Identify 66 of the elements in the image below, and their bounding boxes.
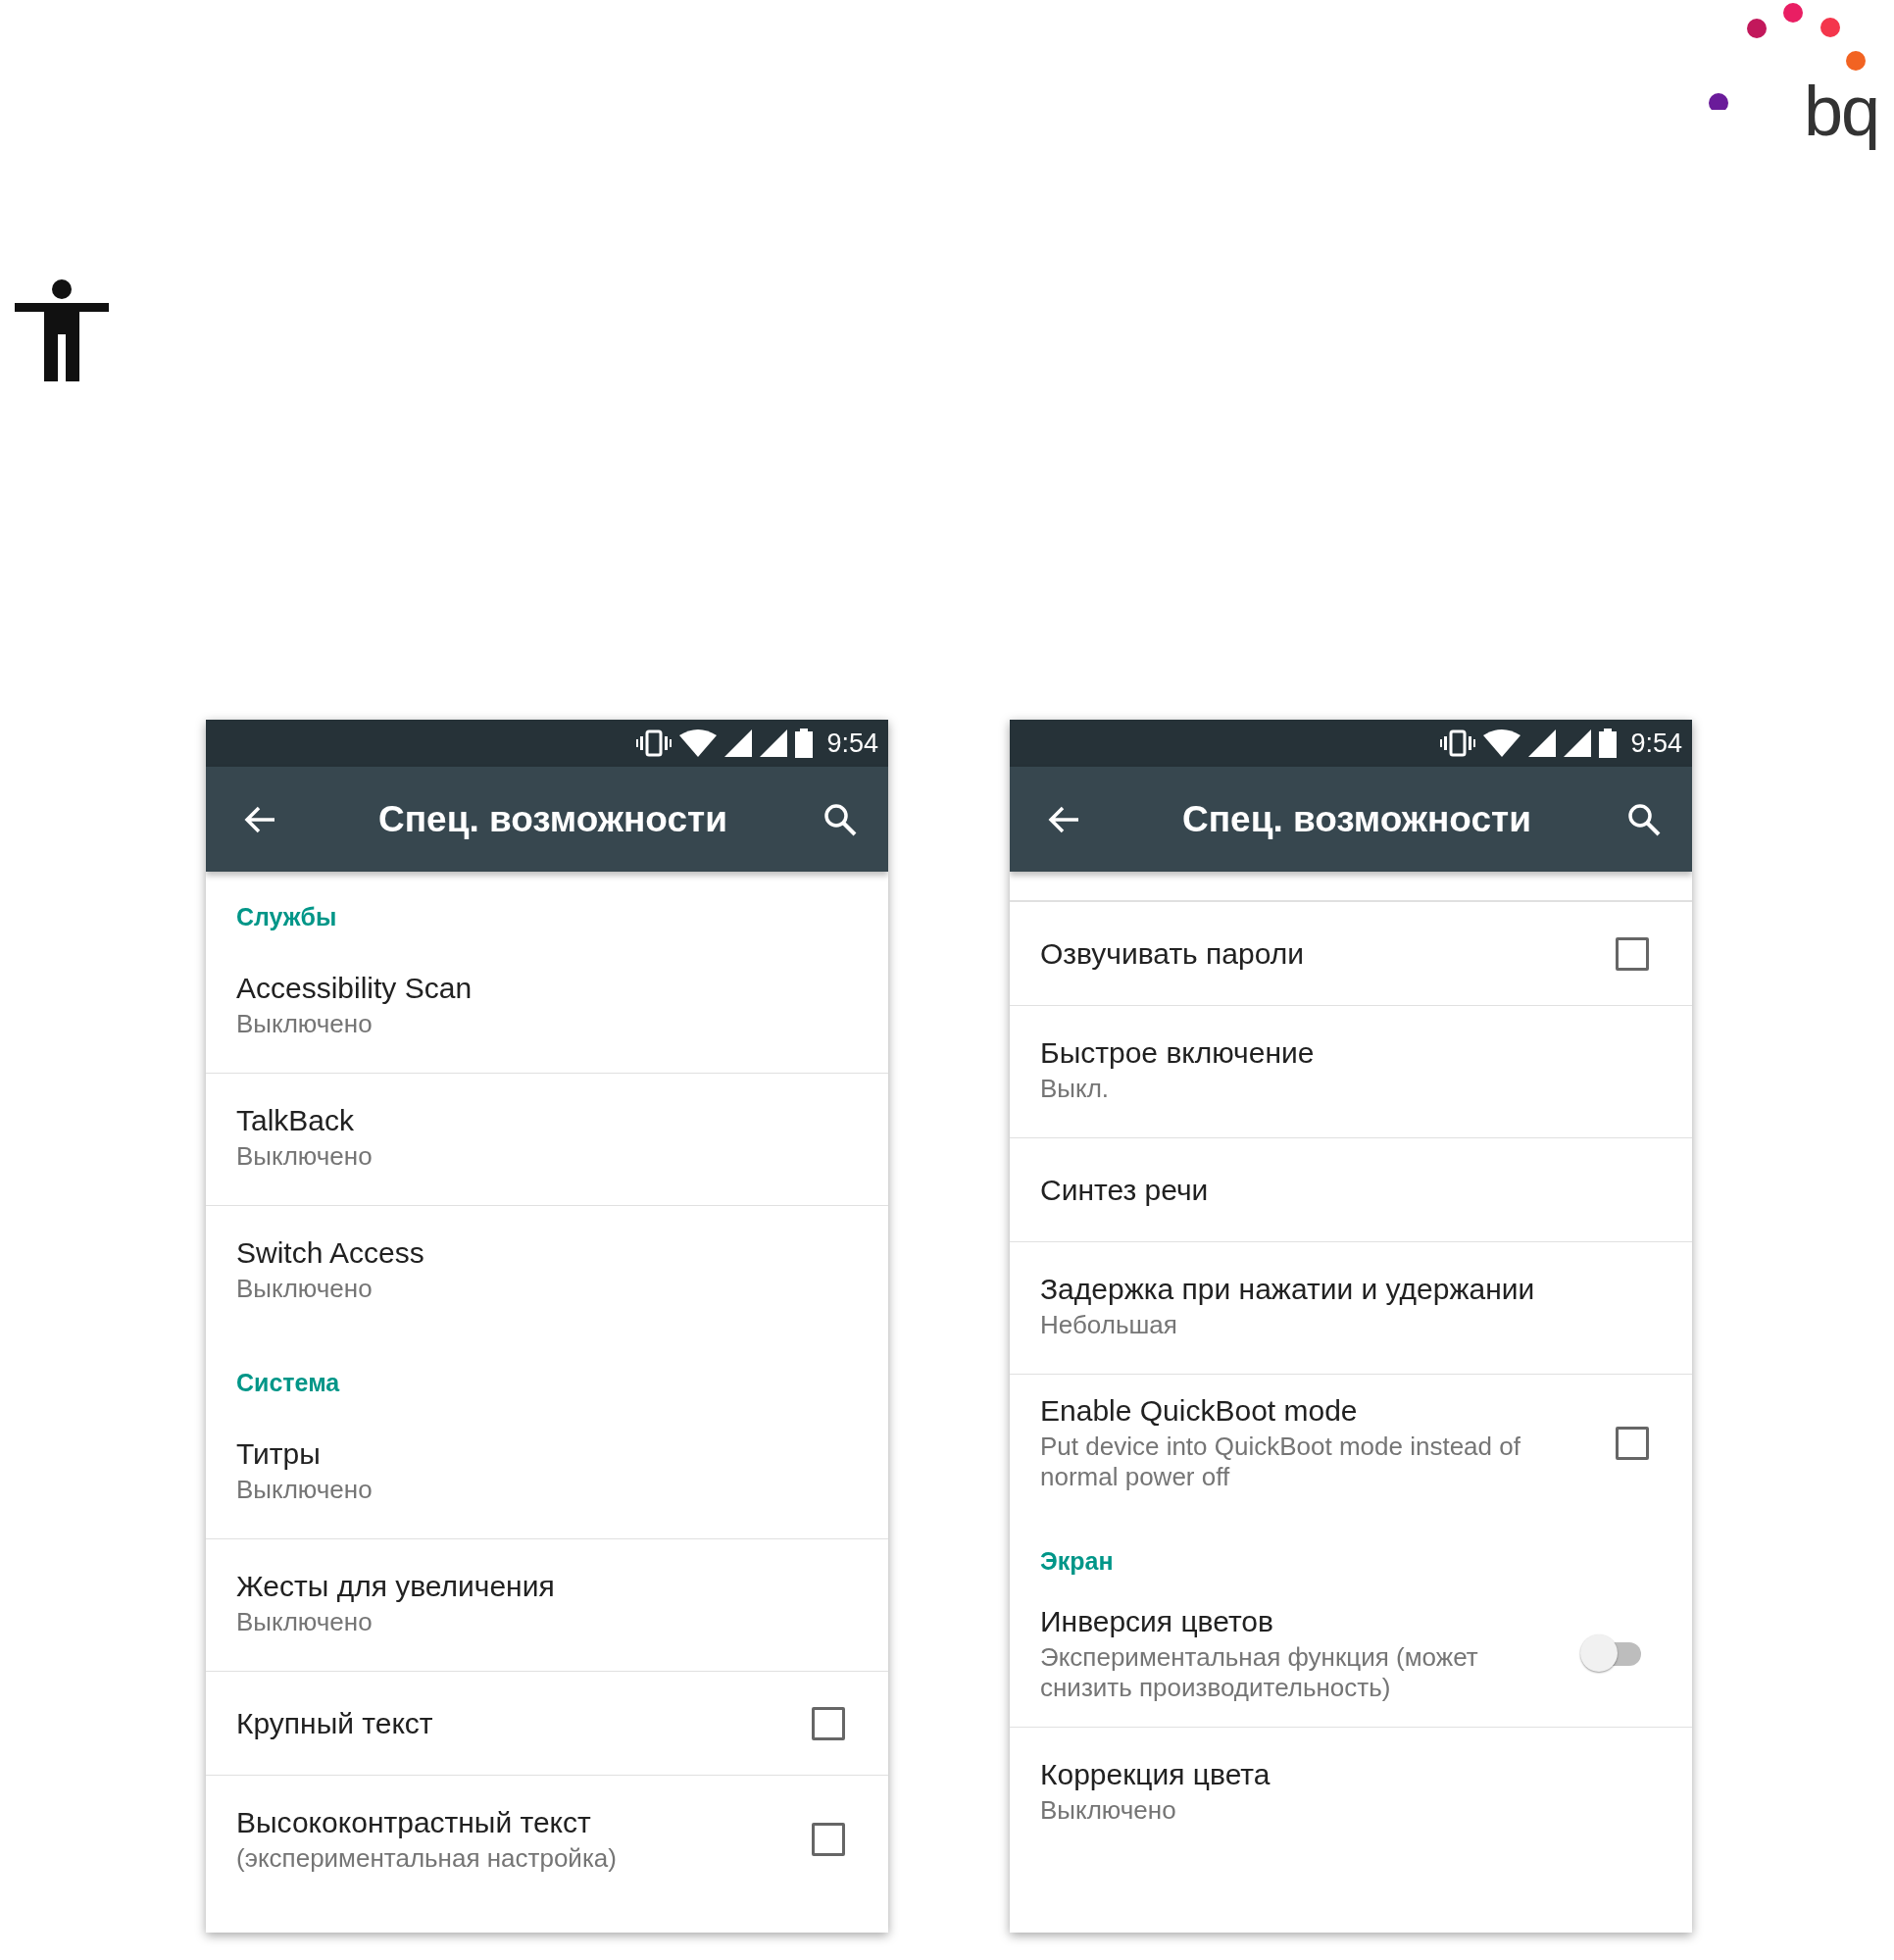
settings-item[interactable]: Задержка при нажатии и удержании Небольшая (1010, 1241, 1692, 1374)
item-title: Enable QuickBoot mode (1040, 1394, 1359, 1428)
settings-item[interactable]: Инверсия цветов Экспериментальная функция (может снизить производительность) (1010, 1585, 1692, 1727)
status-time: 9:54 (1630, 728, 1682, 759)
item-title: Высококонтрастный текст (236, 1805, 592, 1839)
item-summary: Выключено (236, 1140, 374, 1172)
accessibility-icon (15, 279, 109, 381)
item-summary: Выключено (1040, 1794, 1177, 1826)
search-icon[interactable] (1627, 802, 1661, 836)
item-title: Крупный текст (236, 1706, 434, 1740)
item-summary: Put device into QuickBoot mode instead of normal power off (1040, 1432, 1521, 1492)
settings-item[interactable]: Озвучивать пароли (1010, 901, 1692, 1005)
settings-item[interactable]: Switch Access Выключено (206, 1205, 888, 1337)
item-title: TalkBack (236, 1103, 356, 1137)
signal-icon (724, 729, 753, 757)
item-summary: Выключено (236, 1474, 374, 1505)
checkbox[interactable] (812, 1706, 845, 1740)
settings-item[interactable]: Быстрое включение Выкл. (1010, 1005, 1692, 1137)
item-title: Титры (236, 1436, 322, 1471)
checkbox[interactable] (1616, 1427, 1649, 1460)
item-title: Жесты для увеличения (236, 1569, 556, 1603)
settings-item[interactable]: Enable QuickBoot mode Put device into QuickBoot mode instead of normal power off (1010, 1374, 1692, 1516)
settings-item[interactable]: Синтез речи (1010, 1137, 1692, 1241)
section-header: Экран (1039, 1546, 1115, 1577)
battery-icon (795, 729, 814, 758)
toolbar-title: Спец. возможности (378, 798, 728, 840)
status-time: 9:54 (826, 728, 878, 759)
settings-item[interactable]: Accessibility Scan Выключено (206, 941, 888, 1073)
section-header: Службы (235, 902, 338, 932)
section-header: Система (235, 1368, 341, 1398)
item-summary: Выкл. (1040, 1073, 1111, 1104)
search-icon[interactable] (823, 802, 857, 836)
item-title: Switch Access (236, 1235, 425, 1270)
checkbox[interactable] (1616, 936, 1649, 971)
item-summary: Выключено (236, 1606, 374, 1637)
back-arrow-icon[interactable] (243, 804, 276, 834)
logo-text: bq (1803, 71, 1878, 151)
signal-icon (1564, 729, 1592, 757)
item-title: Accessibility Scan (236, 971, 474, 1005)
battery-icon (1599, 729, 1618, 758)
settings-item[interactable]: Крупный текст (206, 1671, 888, 1775)
settings-item[interactable]: TalkBack Выключено (206, 1073, 888, 1205)
settings-item[interactable]: Жесты для увеличения Выключено (206, 1538, 888, 1671)
settings-item[interactable]: Титры Выключено (206, 1407, 888, 1538)
item-title: Быстрое включение (1040, 1035, 1316, 1070)
item-title: Задержка при нажатии и удержании (1040, 1272, 1536, 1306)
toolbar-title: Спец. возможности (1182, 798, 1532, 840)
item-title: Инверсия цветов (1040, 1605, 1274, 1638)
item-title: Озвучивать пароли (1040, 936, 1305, 971)
item-summary: Небольшая (1040, 1309, 1178, 1340)
settings-item[interactable]: Высококонтрастный текст (экспериментальная настройка) (206, 1775, 888, 1907)
signal-icon (1528, 729, 1557, 757)
wifi-icon (1483, 729, 1521, 757)
vibrate-icon (1440, 729, 1476, 757)
item-summary: (экспериментальная настройка) (236, 1842, 618, 1874)
checkbox[interactable] (812, 1823, 845, 1856)
item-summary: Экспериментальная функция (может снизить производительность) (1040, 1642, 1479, 1703)
back-arrow-icon[interactable] (1047, 804, 1080, 834)
item-summary: Выключено (236, 1008, 374, 1039)
item-title: Коррекция цвета (1040, 1757, 1271, 1791)
settings-item[interactable]: Коррекция цвета Выключено (1010, 1727, 1692, 1859)
signal-icon (760, 729, 788, 757)
wifi-icon (679, 729, 718, 757)
vibrate-icon (636, 729, 673, 757)
item-summary: Выключено (236, 1273, 374, 1304)
item-title: Синтез речи (1040, 1173, 1210, 1207)
